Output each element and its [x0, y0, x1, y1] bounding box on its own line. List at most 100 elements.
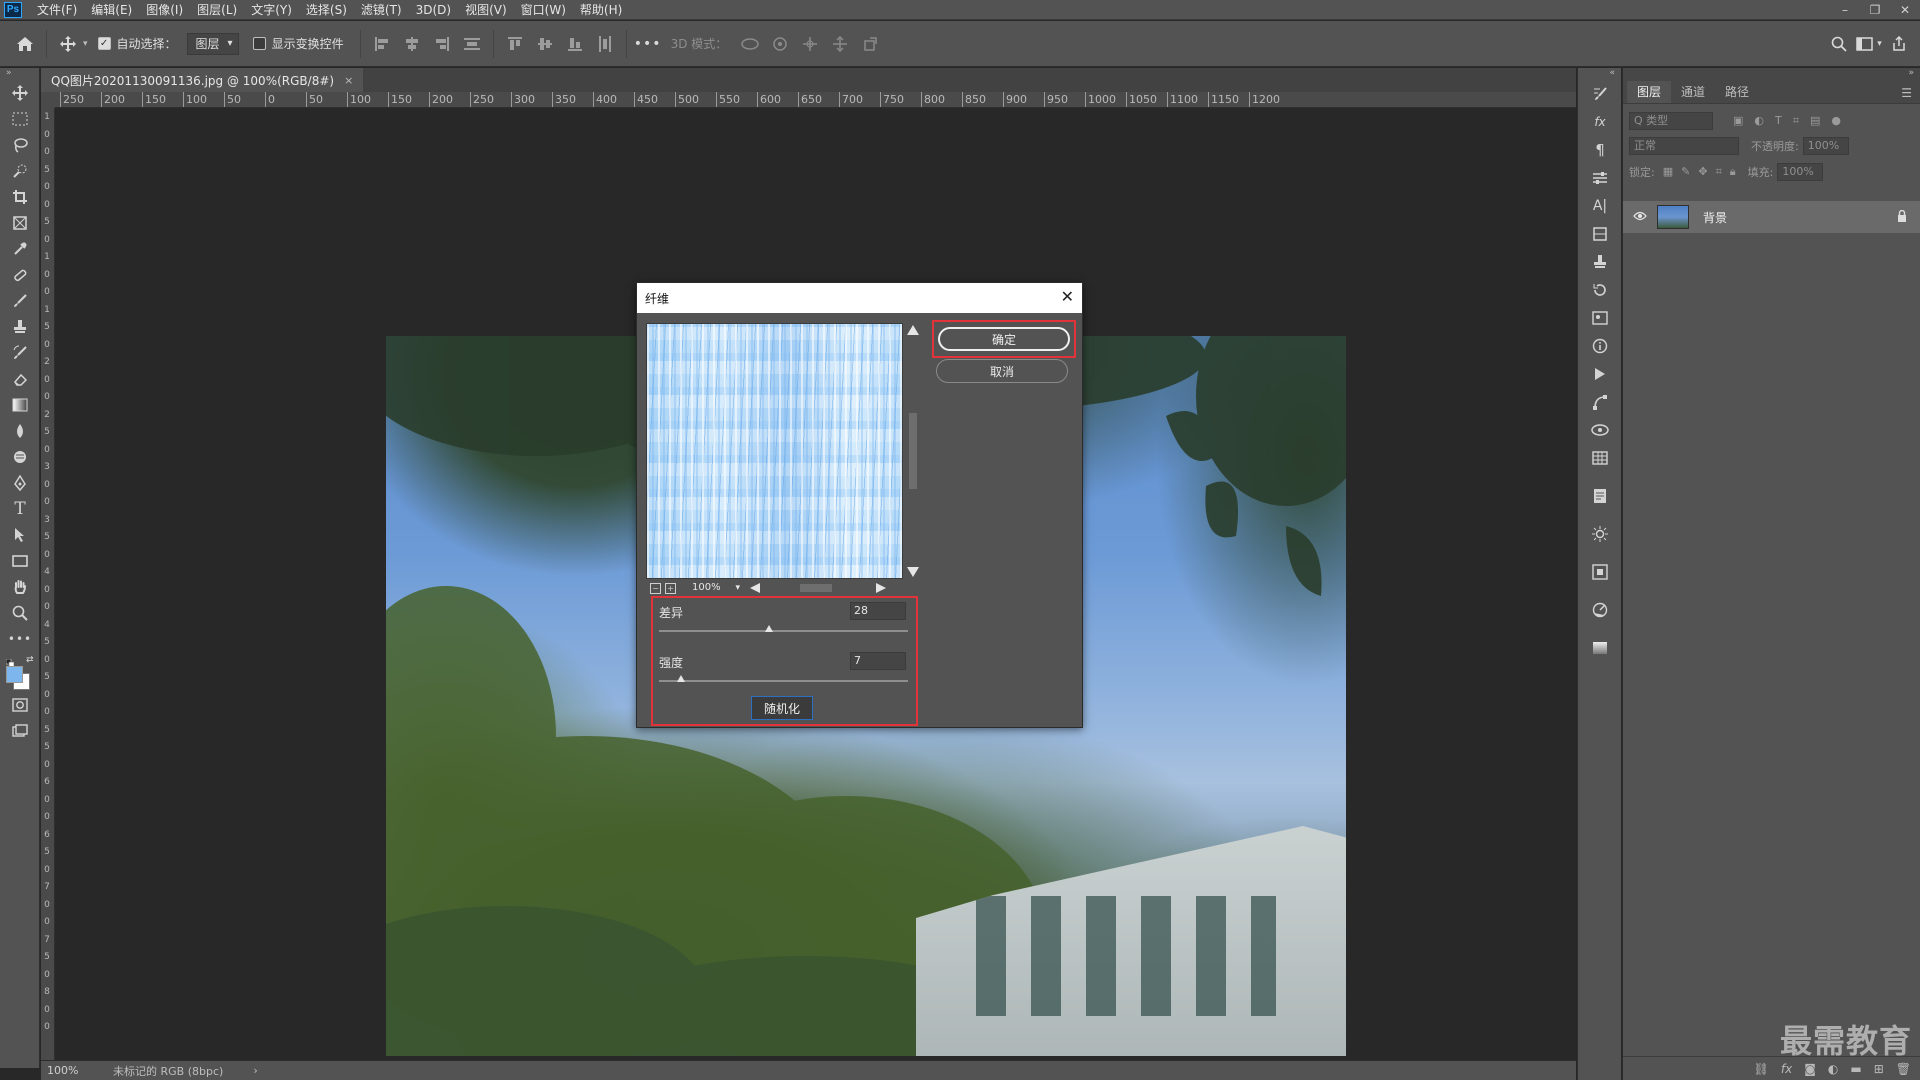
panel-tab[interactable]: 通道: [1671, 81, 1715, 103]
randomize-button[interactable]: 随机化: [751, 696, 813, 720]
panel-menu-icon[interactable]: ☰: [1901, 86, 1912, 100]
panel-tab[interactable]: 路径: [1715, 81, 1759, 103]
pan-3d-icon[interactable]: [795, 29, 825, 59]
filter-pixel-icon[interactable]: ▣: [1733, 114, 1743, 128]
share-icon[interactable]: [1884, 29, 1914, 59]
filter-type-icon[interactable]: T: [1775, 114, 1782, 128]
show-transform-checkbox[interactable]: [252, 37, 266, 50]
type-tool-icon[interactable]: T: [0, 496, 40, 522]
strength-input[interactable]: 7: [850, 652, 906, 670]
menu-item[interactable]: 图像(I): [139, 0, 190, 20]
artboard-icon[interactable]: [1578, 558, 1622, 586]
strength-slider[interactable]: [659, 680, 908, 682]
menu-item[interactable]: 窗口(W): [514, 0, 573, 20]
color-picker-icon[interactable]: [1578, 596, 1622, 624]
clone-source-icon[interactable]: [1578, 248, 1622, 276]
stamp-tool-icon[interactable]: [0, 314, 40, 340]
align-right-icon[interactable]: [427, 29, 457, 59]
variance-input[interactable]: 28: [850, 602, 906, 620]
status-expand-icon[interactable]: ›: [253, 1064, 257, 1077]
new-group-icon[interactable]: ▬: [1850, 1062, 1861, 1076]
menu-item[interactable]: 文字(Y): [244, 0, 299, 20]
document-tab[interactable]: QQ图片20201130091136.jpg @ 100%(RGB/8#) ×: [41, 68, 364, 92]
more-options-icon[interactable]: •••: [633, 29, 663, 59]
zoom-tool-icon[interactable]: [0, 600, 40, 626]
path-select-tool-icon[interactable]: [0, 522, 40, 548]
auto-select-checkbox[interactable]: [97, 37, 111, 50]
link-layers-icon[interactable]: ⛓: [1754, 1062, 1769, 1076]
align-left-icon[interactable]: [367, 29, 397, 59]
rectangle-tool-icon[interactable]: [0, 548, 40, 574]
distribute-horizontal-icon[interactable]: [590, 29, 620, 59]
orbit-3d-icon[interactable]: [735, 29, 765, 59]
eye-icon[interactable]: [1633, 210, 1647, 224]
add-style-icon[interactable]: fx: [1781, 1062, 1792, 1076]
hand-tool-icon[interactable]: [0, 574, 40, 600]
variance-slider[interactable]: [659, 630, 908, 632]
chevron-down-icon[interactable]: ▾: [83, 39, 88, 49]
layer-kind-filter[interactable]: Q 类型: [1629, 112, 1713, 130]
lock-artboard-icon[interactable]: ⌗: [1716, 165, 1722, 179]
zoom-in-icon[interactable]: +: [665, 582, 676, 594]
color-swatches[interactable]: ⇄: [0, 652, 40, 692]
quick-select-tool-icon[interactable]: [0, 158, 40, 184]
move-tool-icon[interactable]: [0, 80, 40, 106]
menu-item[interactable]: 编辑(E): [84, 0, 139, 20]
history-brush-tool-icon[interactable]: [0, 340, 40, 366]
new-layer-icon[interactable]: ⊞: [1874, 1062, 1884, 1076]
marquee-tool-icon[interactable]: [0, 106, 40, 132]
lock-position-icon[interactable]: ✥: [1698, 165, 1707, 179]
fill-input[interactable]: 100%: [1777, 163, 1824, 181]
menu-item[interactable]: 3D(D): [409, 0, 458, 20]
styles-icon[interactable]: fx: [1578, 108, 1622, 136]
align-bottom-icon[interactable]: [560, 29, 590, 59]
brush-tool-icon[interactable]: [0, 288, 40, 314]
notes-icon[interactable]: [1578, 482, 1622, 510]
crop-tool-icon[interactable]: [0, 184, 40, 210]
filter-adjustment-icon[interactable]: ◐: [1754, 114, 1764, 128]
layer-lock-icon[interactable]: [1897, 209, 1907, 225]
measurement-log-icon[interactable]: [1578, 444, 1622, 472]
horizontal-ruler[interactable]: 250 200 150 100 50 0 50 100 150 200 250 300 350 400 45…: [55, 92, 1576, 108]
scroll-thumb-horizontal[interactable]: [800, 584, 832, 592]
collapse-strip-icon[interactable]: «: [1578, 68, 1621, 80]
add-mask-icon[interactable]: ◙: [1804, 1062, 1816, 1076]
align-top-icon[interactable]: [500, 29, 530, 59]
info-icon[interactable]: [1578, 332, 1622, 360]
align-middle-icon[interactable]: [530, 29, 560, 59]
menu-item[interactable]: 帮助(H): [573, 0, 629, 20]
zoom-out-icon[interactable]: −: [650, 582, 661, 594]
pen-tool-icon[interactable]: [0, 470, 40, 496]
opacity-input[interactable]: 100%: [1802, 137, 1849, 155]
dialog-close-icon[interactable]: ✕: [1061, 289, 1074, 305]
preview-vertical-scrollbar[interactable]: [907, 323, 919, 579]
move-tool-icon[interactable]: [53, 29, 83, 59]
ok-button[interactable]: 确定: [938, 327, 1070, 351]
libraries-icon[interactable]: [1578, 220, 1622, 248]
preview-horizontal-scrollbar[interactable]: [748, 582, 888, 594]
scroll-left-icon[interactable]: [750, 583, 760, 593]
dodge-tool-icon[interactable]: [0, 444, 40, 470]
blend-mode-select[interactable]: 正常: [1629, 137, 1739, 155]
swap-colors-icon[interactable]: ⇄: [26, 655, 34, 665]
history-icon[interactable]: [1578, 276, 1622, 304]
cancel-button[interactable]: 取消: [936, 359, 1068, 383]
blur-tool-icon[interactable]: [0, 418, 40, 444]
workspace-icon[interactable]: ▾: [1854, 29, 1884, 59]
filter-shape-icon[interactable]: ⌗: [1793, 114, 1799, 128]
frame-tool-icon[interactable]: [0, 210, 40, 236]
collapse-panel-right-icon[interactable]: »: [1623, 68, 1920, 80]
lock-transparent-icon[interactable]: ▦: [1663, 165, 1673, 179]
minimize-icon[interactable]: –: [1830, 0, 1860, 20]
filter-toggle-icon[interactable]: ●: [1831, 114, 1841, 128]
menu-item[interactable]: 文件(F): [30, 0, 84, 20]
delete-layer-icon[interactable]: 🗑︎: [1896, 1062, 1911, 1076]
status-zoom[interactable]: 100%: [41, 1064, 101, 1077]
roll-3d-icon[interactable]: [765, 29, 795, 59]
lock-image-icon[interactable]: ✎: [1681, 165, 1690, 179]
auto-select-target-select[interactable]: 图层: [186, 32, 239, 55]
scroll-up-icon[interactable]: [907, 325, 919, 335]
search-icon[interactable]: [1824, 29, 1854, 59]
lock-all-icon[interactable]: 🔒︎: [1730, 165, 1736, 179]
restore-icon[interactable]: ❐: [1860, 0, 1890, 20]
